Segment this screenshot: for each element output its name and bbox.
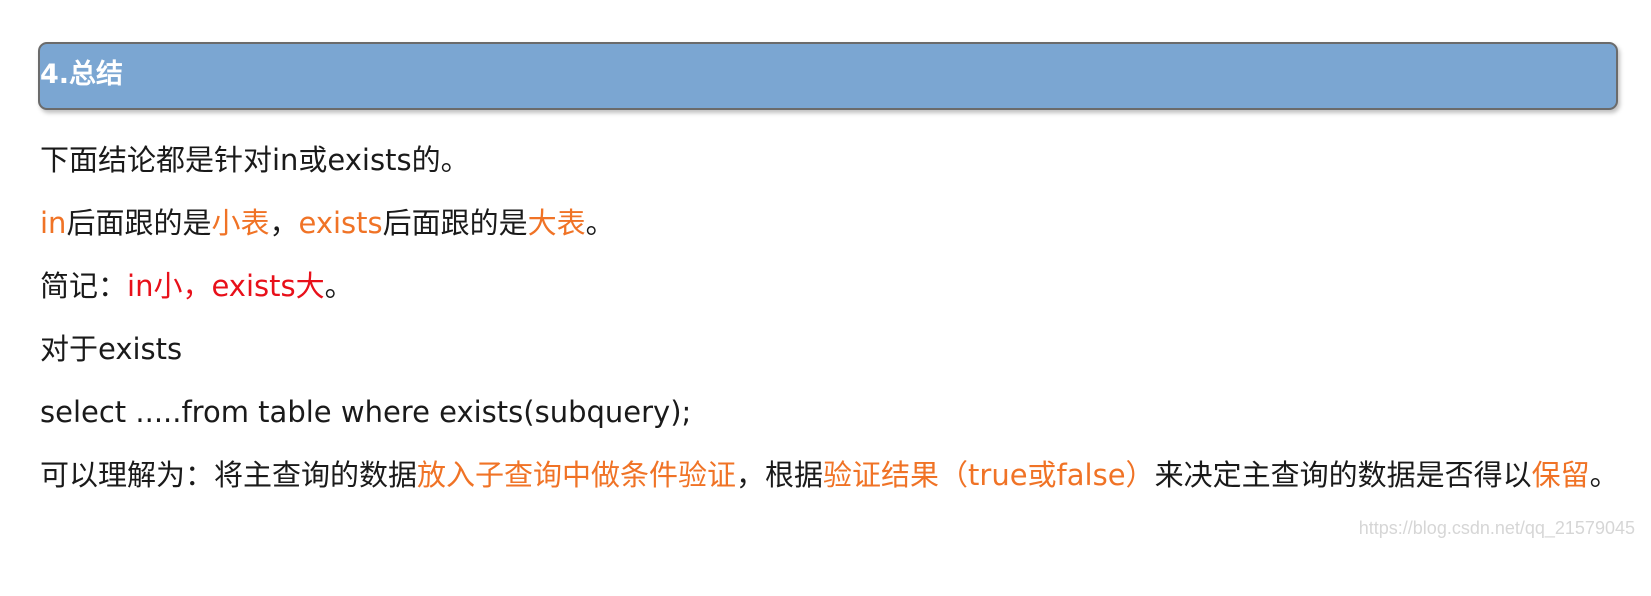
watermark: https://blog.csdn.net/qq_21579045	[1358, 518, 1635, 538]
document-body: 下面结论都是针对in或exists的。 in后面跟的是小表，exists后面跟的…	[40, 138, 1630, 516]
sql-statement: select .....from table where exists(subq…	[40, 395, 692, 429]
paragraph-explanation: 可以理解为：将主查询的数据放入子查询中做条件验证，根据验证结果（true或fal…	[40, 453, 1630, 497]
for-exists-text: 对于exists	[40, 332, 183, 366]
highlight-large-table: 大表	[527, 206, 586, 240]
paragraph-intro: 下面结论都是针对in或exists的。	[40, 138, 1630, 182]
rule-text-2: 后面跟的是	[382, 206, 528, 240]
rule-text-1: 后面跟的是	[66, 206, 212, 240]
highlight-in: in	[40, 206, 67, 240]
mnemonic-highlight: in小，exists大	[127, 269, 325, 303]
section-title: 4.总结	[40, 59, 124, 90]
highlight-check-result: 验证结果（true或false）	[823, 458, 1155, 492]
section-header: 4.总结	[38, 42, 1618, 110]
explanation-text-1: 可以理解为：将主查询的数据	[40, 458, 418, 492]
highlight-exists: exists	[298, 206, 383, 240]
highlight-condition-check: 放入子查询中做条件验证	[417, 458, 737, 492]
intro-text: 下面结论都是针对in或exists的。	[40, 143, 470, 177]
rule-comma: ，	[269, 206, 299, 240]
mnemonic-label: 简记：	[40, 269, 128, 303]
explanation-text-2: ，根据	[736, 458, 824, 492]
paragraph-for-exists: 对于exists	[40, 327, 1630, 371]
paragraph-sql: select .....from table where exists(subq…	[40, 390, 1630, 434]
highlight-keep: 保留	[1531, 458, 1590, 492]
highlight-small-table: 小表	[211, 206, 270, 240]
rule-period: 。	[585, 206, 615, 240]
explanation-text-3: 来决定主查询的数据是否得以	[1154, 458, 1532, 492]
paragraph-mnemonic: 简记：in小，exists大。	[40, 264, 1630, 308]
paragraph-rule: in后面跟的是小表，exists后面跟的是大表。	[40, 201, 1630, 245]
explanation-period: 。	[1589, 458, 1619, 492]
mnemonic-period: 。	[324, 269, 354, 303]
